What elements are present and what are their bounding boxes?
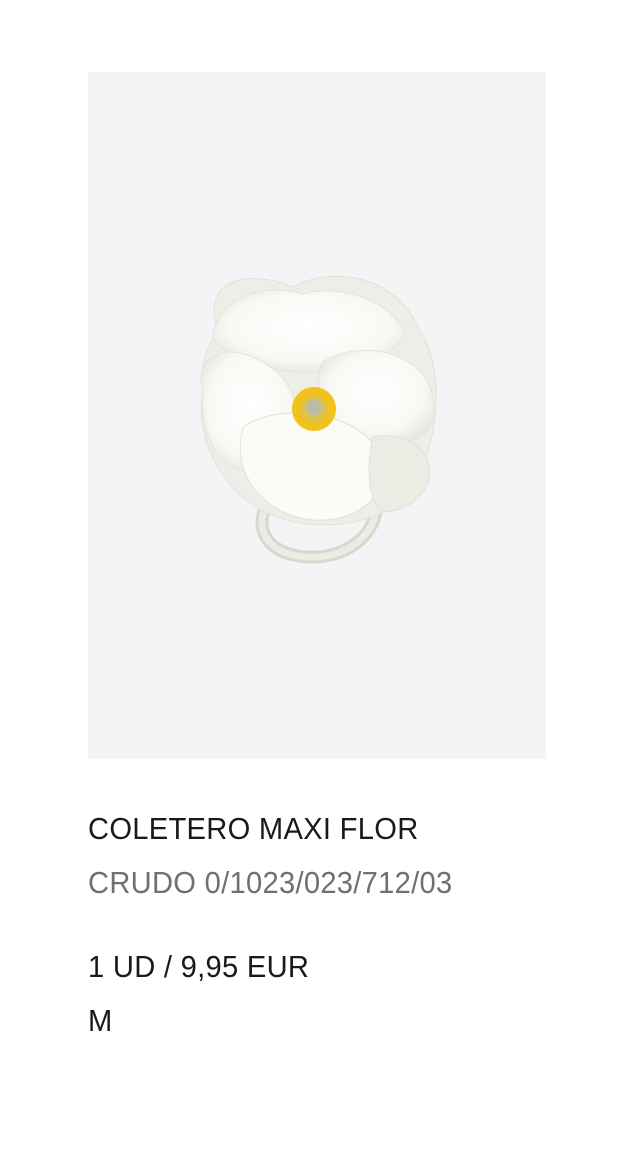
product-info: COLETERO MAXI FLOR CRUDO 0/1023/023/712/… [88,808,608,1042]
product-reference: CRUDO 0/1023/023/712/03 [88,865,453,900]
product-image[interactable] [88,72,546,759]
product-size: M [88,1003,113,1038]
product-name[interactable]: COLETERO MAXI FLOR [88,808,577,850]
flower-center [292,387,336,431]
flower-scrunchie-illustration [200,275,437,564]
product-price: 1 UD / 9,95 EUR [88,949,310,984]
